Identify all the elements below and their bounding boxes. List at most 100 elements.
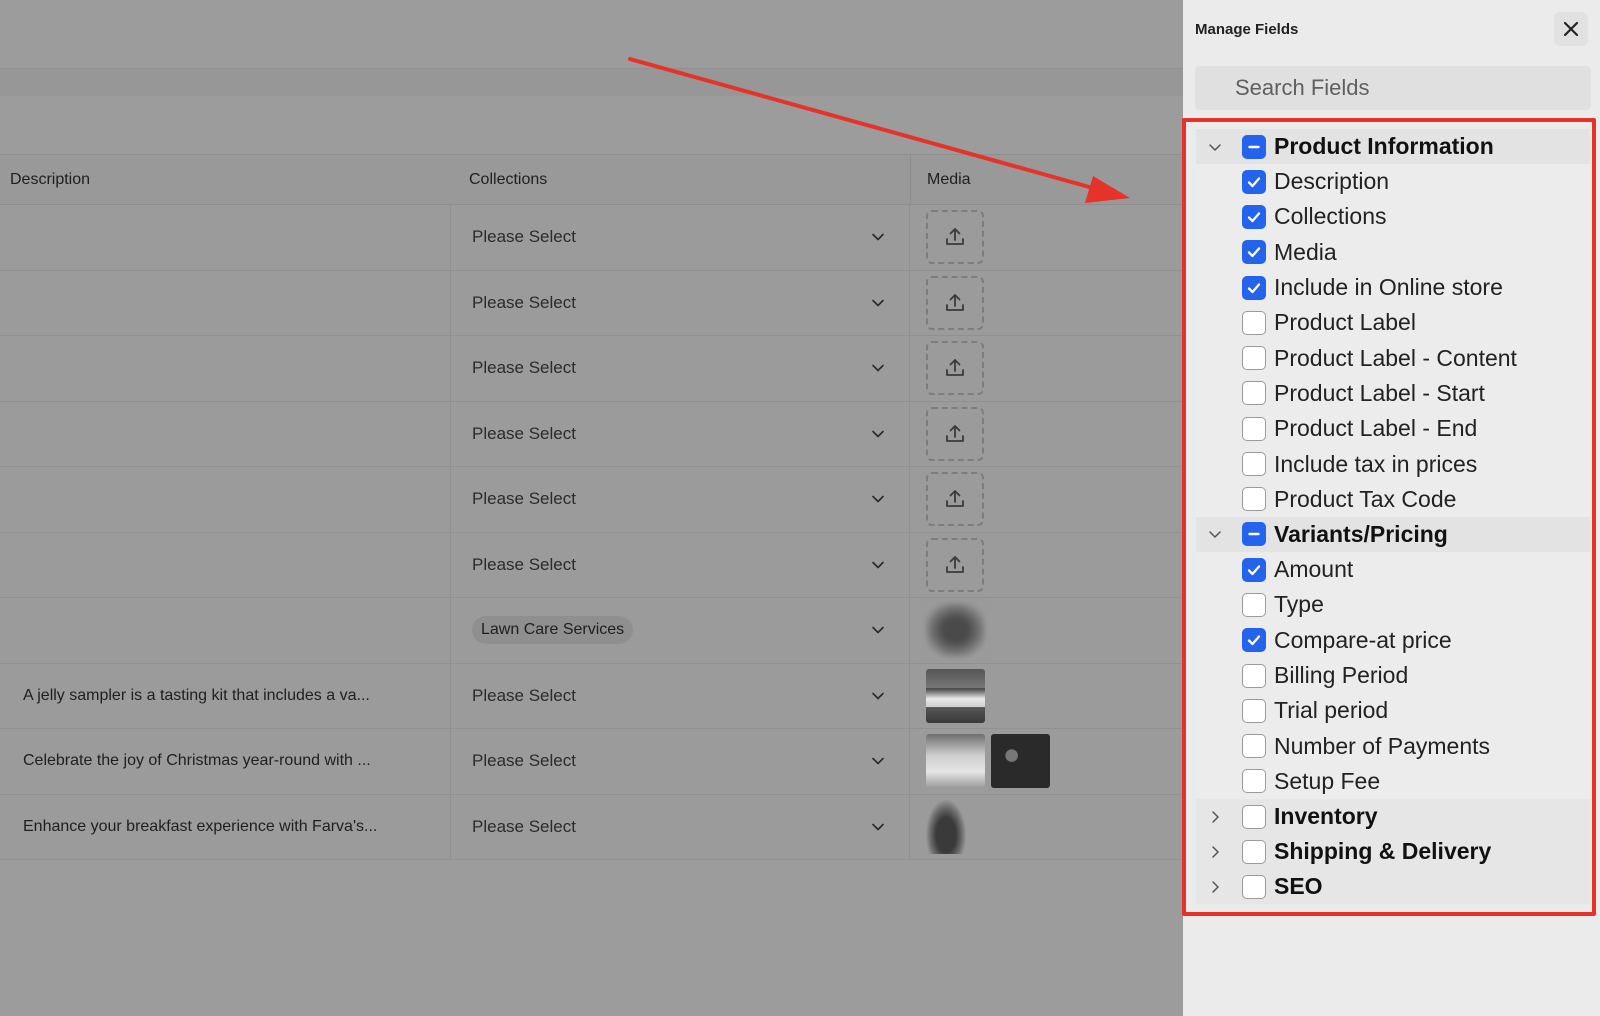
field-group[interactable]: Variants/Pricing [1196,516,1590,552]
description-cell[interactable] [0,598,451,663]
field-item[interactable]: Compare-at price [1196,622,1590,658]
field-checkbox[interactable] [1242,592,1266,617]
collections-select[interactable]: Please Select [451,532,910,597]
field-item[interactable]: Billing Period [1196,657,1590,694]
field-item[interactable]: Include tax in prices [1196,446,1590,482]
table-row[interactable]: Please Select [0,532,1183,598]
checkmark-icon [1247,635,1261,646]
collections-select[interactable]: Please Select [451,270,910,335]
collections-select[interactable]: Please Select [451,794,910,859]
field-item[interactable]: Media [1196,234,1590,270]
upload-media-button[interactable] [926,210,984,265]
media-thumbnail[interactable] [926,799,966,854]
field-checkbox[interactable] [1242,557,1266,582]
field-group[interactable]: SEO [1196,869,1590,905]
search-fields-input[interactable] [1235,75,1575,101]
description-cell[interactable] [0,336,451,401]
field-checkbox[interactable] [1242,169,1266,194]
field-checkbox[interactable] [1242,663,1266,688]
media-thumbnail[interactable] [926,668,985,723]
table-row[interactable]: Please Select [0,336,1183,402]
collections-select[interactable]: Please Select [451,729,910,794]
media-thumbnail[interactable] [926,734,985,789]
upload-media-button[interactable] [926,275,984,330]
field-group[interactable]: Inventory [1196,799,1590,835]
media-thumbnail[interactable] [926,603,985,658]
field-item[interactable]: Trial period [1196,693,1590,729]
expand-toggle[interactable] [1204,880,1226,894]
close-button[interactable] [1554,12,1588,46]
table-row[interactable]: Please Select [0,205,1183,271]
column-header-media[interactable]: Media [910,155,1183,204]
collections-select[interactable]: Please Select [451,205,910,270]
group-checkbox[interactable] [1242,134,1266,159]
field-label: Product Label - Start [1274,379,1485,406]
field-checkbox[interactable] [1242,452,1266,477]
group-checkbox[interactable] [1242,522,1266,547]
field-checkbox[interactable] [1242,698,1266,723]
column-header-collections[interactable]: Collections [451,155,910,204]
field-item[interactable]: Product Label - Content [1196,340,1590,376]
column-header-description[interactable]: Description [0,155,451,204]
field-item[interactable]: Product Tax Code [1196,481,1590,517]
description-cell[interactable] [0,467,451,532]
table-row[interactable]: Enhance your breakfast experience with F… [0,794,1183,860]
expand-toggle[interactable] [1204,810,1226,824]
table-row[interactable]: A jelly sampler is a tasting kit that in… [0,663,1183,729]
upload-media-button[interactable] [926,537,984,592]
expand-toggle[interactable] [1204,527,1226,541]
collections-select[interactable]: Lawn Care Services [451,598,910,663]
expand-toggle[interactable] [1204,140,1226,154]
table-row[interactable]: Please Select [0,270,1183,336]
chevron-down-icon [872,299,884,307]
upload-media-button[interactable] [926,406,984,461]
description-cell[interactable]: Celebrate the joy of Christmas year-roun… [0,729,451,794]
table-row[interactable]: Please Select [0,401,1183,467]
field-item[interactable]: Product Label [1196,305,1590,341]
field-item[interactable]: Collections [1196,199,1590,235]
field-checkbox[interactable] [1242,204,1266,229]
field-item[interactable]: Type [1196,587,1590,623]
field-item[interactable]: Include in Online store [1196,269,1590,306]
description-cell[interactable] [0,532,451,597]
collections-select[interactable]: Please Select [451,663,910,728]
field-checkbox[interactable] [1242,275,1266,300]
field-item[interactable]: Description [1196,164,1590,200]
field-item[interactable]: Number of Payments [1196,728,1590,764]
field-checkbox[interactable] [1242,734,1266,759]
field-checkbox[interactable] [1242,310,1266,335]
expand-toggle[interactable] [1204,845,1226,859]
description-cell[interactable]: A jelly sampler is a tasting kit that in… [0,663,451,728]
upload-media-button[interactable] [926,341,984,396]
close-icon [1563,21,1579,37]
field-item[interactable]: Product Label - End [1196,411,1590,447]
field-checkbox[interactable] [1242,769,1266,794]
media-thumbnail[interactable] [991,734,1050,789]
field-item[interactable]: Setup Fee [1196,763,1590,800]
group-checkbox[interactable] [1242,804,1266,829]
description-cell[interactable] [0,401,451,466]
field-checkbox[interactable] [1242,487,1266,512]
collections-select[interactable]: Please Select [451,401,910,466]
collections-select[interactable]: Please Select [451,336,910,401]
table-row[interactable]: Lawn Care Services [0,598,1183,664]
field-checkbox[interactable] [1242,381,1266,406]
description-cell[interactable] [0,205,451,270]
description-cell[interactable]: Enhance your breakfast experience with F… [0,794,451,859]
field-checkbox[interactable] [1242,240,1266,265]
field-checkbox[interactable] [1242,346,1266,371]
collections-select[interactable]: Please Select [451,467,910,532]
table-row[interactable]: Celebrate the joy of Christmas year-roun… [0,729,1183,795]
table-row[interactable]: Please Select [0,467,1183,533]
description-cell[interactable] [0,270,451,335]
field-group[interactable]: Shipping & Delivery [1196,834,1590,870]
upload-media-button[interactable] [926,472,984,527]
field-item[interactable]: Amount [1196,551,1590,588]
chevron-right-icon [1212,845,1219,858]
group-checkbox[interactable] [1242,839,1266,864]
field-checkbox[interactable] [1242,416,1266,441]
field-checkbox[interactable] [1242,628,1266,653]
field-group[interactable]: Product Information [1196,129,1590,164]
group-checkbox[interactable] [1242,874,1266,899]
field-item[interactable]: Product Label - Start [1196,375,1590,412]
